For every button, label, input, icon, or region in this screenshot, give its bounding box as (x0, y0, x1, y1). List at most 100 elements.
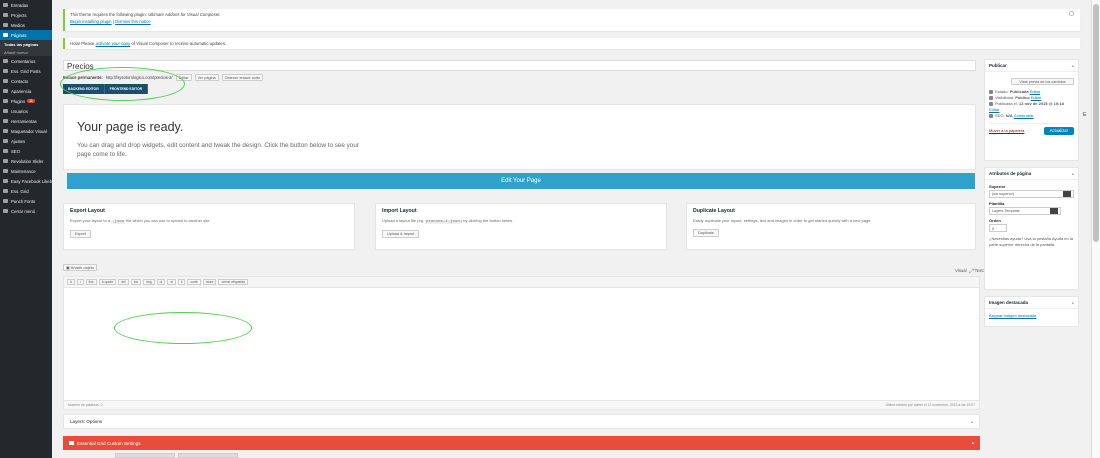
published-value: 12 nov de 2015 @ 10:18 (1019, 101, 1064, 106)
quicktag-li[interactable]: li (177, 279, 186, 285)
sidebar-item-revolution-slider[interactable]: Revolution Slider (0, 156, 52, 166)
highlight-ellipse (60, 67, 185, 101)
highlight-ellipse (114, 312, 252, 344)
export-desc: Export your layout to a .json file which… (70, 218, 211, 224)
chevron-down-icon (1050, 208, 1058, 214)
collapse-arrow-icon[interactable]: ▴ (1072, 171, 1074, 177)
sidebar-item-usuarios[interactable]: Usuarios (0, 106, 52, 116)
sidebar-item-páginas[interactable]: Páginas (0, 30, 52, 40)
collapse-arrow-icon[interactable]: ▴ (1072, 63, 1074, 69)
duplicate-button[interactable]: Duplicate (693, 229, 719, 237)
quicktag-img[interactable]: img (143, 279, 155, 285)
sidebar-item-herramientas[interactable]: Herramientas (0, 116, 52, 126)
dismiss-link[interactable]: Dismiss this notice (115, 19, 151, 24)
preview-changes-button[interactable]: Vista previa de los cambios (1011, 78, 1074, 85)
sidebar-item-seo[interactable]: SEO (0, 146, 52, 156)
begin-install-link[interactable]: Begin installing plugin (70, 19, 112, 24)
dismiss-icon[interactable] (1069, 11, 1074, 16)
sidebar-item-ess-grid[interactable]: Ess. Grid (0, 186, 52, 196)
add-media-button[interactable]: ▣ Añadir objeto (63, 264, 98, 271)
quicktag-b[interactable]: b (67, 279, 75, 285)
attributes-help: ¿Necesitas ayuda? Usa la pestaña Ayuda e… (989, 236, 1073, 247)
template-select[interactable]: Layers Template (989, 207, 1061, 215)
sidebar-item-label: Plugins (11, 98, 26, 104)
separator: | (112, 19, 114, 24)
duplicate-title: Duplicate Layout (693, 208, 735, 214)
edit-status-link[interactable]: Editar (1030, 89, 1040, 94)
collapse-arrow-icon[interactable]: ▴ (971, 419, 973, 425)
set-featured-image-link[interactable]: Asignar imagen destacada (989, 313, 1036, 318)
edit-your-page-button[interactable]: Edit Your Page (67, 173, 975, 189)
sidebar-item-cerrar-menú[interactable]: Cerrar menú (0, 206, 52, 216)
featured-image-box: Imagen destacada ▴ Asignar imagen destaca… (984, 296, 1079, 327)
parent-select[interactable]: (sin superior) (989, 190, 1074, 198)
collapse-arrow-icon[interactable]: ▴ (1072, 300, 1074, 306)
quicktag-del[interactable]: del (118, 279, 129, 285)
quicktag-more[interactable]: more (202, 279, 217, 285)
title-input[interactable]: Precios (63, 60, 976, 71)
sidebar-item-label: Ess. Grid (11, 188, 29, 194)
sidebar-item-label: SEO (11, 148, 21, 154)
chevron-down-icon (1063, 191, 1071, 197)
submenu-all-pages[interactable]: Todas las páginas (0, 40, 52, 48)
sidebar-item-comentarios[interactable]: Comentarios (0, 56, 52, 66)
sidebar-item-medios[interactable]: Medios (0, 20, 52, 30)
shortlink-button[interactable]: Obtener enlace corto (221, 74, 264, 81)
quicktag-link[interactable]: link (85, 279, 97, 285)
fullscreen-icon[interactable]: ⤢ (969, 269, 974, 276)
update-button[interactable]: Actualizar (1043, 127, 1074, 135)
export-button[interactable]: Export (70, 230, 91, 238)
seo-check-link[interactable]: Comprobar (1014, 113, 1034, 118)
sidebar-item-entradas[interactable]: Entradas (0, 0, 52, 10)
submenu-add-new[interactable]: Añadir nueva (0, 48, 52, 56)
eg-tab[interactable] (115, 453, 175, 458)
sidebar-item-label: Medios (11, 22, 25, 28)
sidebar-item-plugins[interactable]: Plugins 11 (0, 96, 52, 106)
quicktag-ins[interactable]: ins (130, 279, 142, 285)
sidebar-item-ess-grid-posts[interactable]: Ess. Grid Posts (0, 66, 52, 76)
quicktags-toolbar: b i link b-quote del ins img ul ol li code more cerr… (64, 277, 979, 288)
sidebar-item-maintenance[interactable]: Maintenance (0, 166, 52, 176)
publish-title: Publicar (989, 63, 1007, 68)
view-page-button[interactable]: Ver página (194, 74, 219, 81)
projects-icon (3, 13, 8, 17)
eg-tab[interactable] (178, 453, 238, 458)
sidebar-item-easy-facebook-likebox[interactable]: Easy Facebook Likebox (0, 176, 52, 186)
quicktag-ol[interactable]: ol (167, 279, 176, 285)
sidebar-item-contacto[interactable]: Contacto (0, 76, 52, 86)
essential-grid-settings-box[interactable]: Essential Grid Custom Settings ▴ (63, 436, 980, 450)
quicktag-ul[interactable]: ul (156, 279, 166, 285)
quicktag-cerrar-etiquetas[interactable]: cerrar etiquetas (218, 279, 249, 285)
edit-visibility-link[interactable]: Editar (1031, 95, 1041, 100)
scrollbar-thumb[interactable] (1093, 4, 1099, 242)
revolution-icon (3, 159, 8, 163)
sidebar-item-label: Comentarios (11, 58, 36, 64)
plugin-name: Ultimate Addons for Visual Composer. (148, 12, 221, 17)
collapse-arrow-icon[interactable]: ▴ (972, 440, 974, 446)
activate-link[interactable]: activate your copy (96, 41, 131, 46)
page-scrollbar[interactable] (1091, 0, 1100, 458)
sidebar-item-label: Contacto (11, 78, 29, 84)
status-label: Estado: (995, 89, 1009, 94)
edit-date-link[interactable]: Editar (989, 107, 999, 112)
seo-value: N/A (1005, 113, 1013, 118)
sidebar-item-projects[interactable]: Projects (0, 10, 52, 20)
quicktag-b-quote[interactable]: b-quote (98, 279, 117, 285)
layers-options-box[interactable]: Layers: Options ▴ (63, 414, 980, 429)
move-to-trash-link[interactable]: Mover a la papelera (989, 128, 1024, 134)
sidebar-item-ajustes[interactable]: Ajustes (0, 136, 52, 146)
quicktag-i[interactable]: i (76, 279, 84, 285)
order-input[interactable]: 0 (989, 224, 1007, 232)
pages-icon (3, 33, 8, 37)
sidebar-item-apariencia[interactable]: Apariencia (0, 86, 52, 96)
sidebar-item-punch-fonts[interactable]: Punch Fonts (0, 196, 52, 206)
ready-body: You can drag and drop widgets, edit cont… (77, 142, 359, 158)
parent-value: (sin superior) (992, 192, 1015, 196)
tab-visual[interactable]: Visual (955, 268, 967, 273)
upload-import-button[interactable]: Upload & Import (382, 230, 420, 238)
editor-statusbar: Número de palabras: 0 Última edición por… (64, 400, 979, 409)
ready-box: Your page is ready. You can drag and dro… (63, 104, 976, 170)
quicktag-code[interactable]: code (187, 279, 201, 285)
sidebar-item-maquetador-visual[interactable]: Maquetador Visual (0, 126, 52, 136)
sidebar-item-label: Apariencia (11, 88, 32, 94)
